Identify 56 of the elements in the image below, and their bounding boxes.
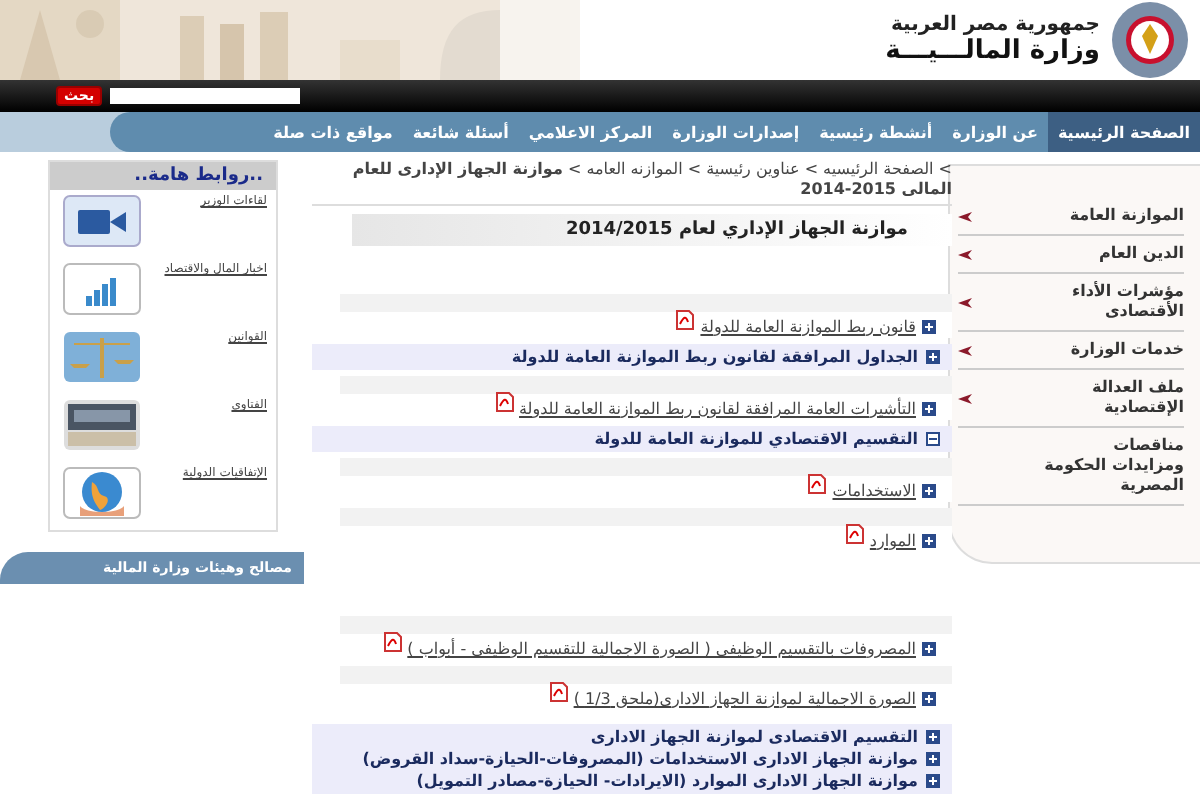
video-camera-icon[interactable] — [61, 194, 141, 248]
links-box-title: ..روابط هامة.. — [49, 162, 275, 190]
pdf-icon[interactable] — [845, 524, 864, 545]
pdf-icon[interactable] — [495, 392, 514, 413]
side-menu-label: مناقصات ومزايدات الحكومة المصرية — [1044, 436, 1184, 496]
document-link[interactable]: الاستخدامات — [832, 481, 916, 500]
globe-icon[interactable] — [61, 466, 141, 520]
expand-icon[interactable] — [922, 483, 936, 498]
ministry-name: وزارة المالـــيـــة — [883, 36, 1100, 66]
nav-tab[interactable]: مواقع ذات صلة — [263, 112, 403, 152]
document-link[interactable]: قانون ربط الموازنة العامة للدولة — [700, 317, 916, 336]
section-title[interactable]: التقسيم الاقتصادى لموازنة الجهاز الادارى — [590, 728, 918, 747]
nav-tab[interactable]: أسئلة شائعة — [402, 112, 519, 152]
document-link[interactable]: المصروفات بالتقسيم الوظيفى ( الصورة الاجمالية للتقسيم الوظيفى - أبواب ) — [407, 639, 916, 658]
nav-tab[interactable]: الصفحة الرئيسية — [1047, 112, 1200, 152]
side-menu-label: خدمات الوزارة — [1070, 340, 1184, 360]
side-menu-label: الدين العام — [1099, 244, 1184, 264]
expand-icon[interactable] — [922, 319, 936, 334]
search-field[interactable] — [110, 88, 301, 104]
document-link[interactable]: الصورة الاجمالية لموازنة الجهاز الادارى(ملحق 1/3 ) — [573, 689, 916, 708]
expand-icon[interactable] — [922, 641, 936, 656]
nav-tab[interactable]: المركز الاعلامي — [518, 112, 663, 152]
expand-icon[interactable] — [926, 350, 940, 365]
document-link[interactable]: التأشيرات العامة المرافقة لقانون ربط الموازنة العامة للدولة — [519, 399, 916, 418]
bar-chart-icon[interactable] — [61, 262, 141, 316]
expand-icon[interactable] — [922, 533, 936, 548]
side-menu-item[interactable]: الدين العام — [958, 236, 1184, 274]
pdf-icon[interactable] — [808, 474, 827, 495]
section-title[interactable]: الجداول المرافقة لقانون ربط الموازنة العامة للدولة — [511, 348, 918, 367]
side-menu-item[interactable]: خدمات الوزارة — [958, 332, 1184, 370]
collapse-icon[interactable] — [926, 432, 940, 447]
expand-icon[interactable] — [926, 752, 940, 767]
side-menu-label: مؤشرات الأداء الأقتصادى — [1069, 282, 1184, 322]
nav-tab[interactable]: إصدارات الوزارة — [662, 112, 810, 152]
page-title: موازنة الجهاز الإداري لعام 2014/2015 — [352, 214, 952, 247]
side-menu-item[interactable]: مناقصات ومزايدات الحكومة المصرية — [958, 428, 1184, 506]
pdf-icon[interactable] — [383, 632, 402, 653]
section-title[interactable]: التقسيم الاقتصادي للموازنة العامة للدولة — [594, 430, 918, 449]
pdf-icon[interactable] — [676, 310, 695, 331]
expand-icon[interactable] — [922, 691, 936, 706]
side-menu-item[interactable]: مؤشرات الأداء الأقتصادى — [958, 274, 1184, 332]
side-menu-item[interactable]: ملف العدالة الإقتصادية — [958, 370, 1184, 428]
breadcrumb: > الصفحة الرئيسيه > عناوين رئيسية > الموازنه العامه > موازنة الجهاز الإدارى للعام المالى 2015-2014 — [312, 160, 952, 207]
country-name: جمهورية مصر العربية — [888, 14, 1100, 36]
section-title[interactable]: موازنة الجهاز الادارى الاستخدامات (المصروفات-الحيازة-سداد القروض) — [362, 750, 918, 769]
pdf-icon[interactable] — [549, 682, 568, 703]
side-menu-label: ملف العدالة الإقتصادية — [1089, 378, 1184, 418]
expand-icon[interactable] — [922, 401, 936, 416]
expand-icon[interactable] — [926, 730, 940, 745]
nav-tab[interactable]: أنشطة رئيسية — [809, 112, 943, 152]
side-menu-item[interactable]: الموازنة العامة — [958, 198, 1184, 236]
expand-icon[interactable] — [926, 774, 940, 789]
side-menu-label: الموازنة العامة — [1069, 206, 1184, 226]
nav-tab[interactable]: عن الوزارة — [942, 112, 1048, 152]
document-link[interactable]: الموارد — [869, 531, 916, 550]
section-title[interactable]: موازنة الجهاز الادارى الموارد (الايرادات- الحيازة-مصادر التمويل) — [416, 772, 918, 791]
